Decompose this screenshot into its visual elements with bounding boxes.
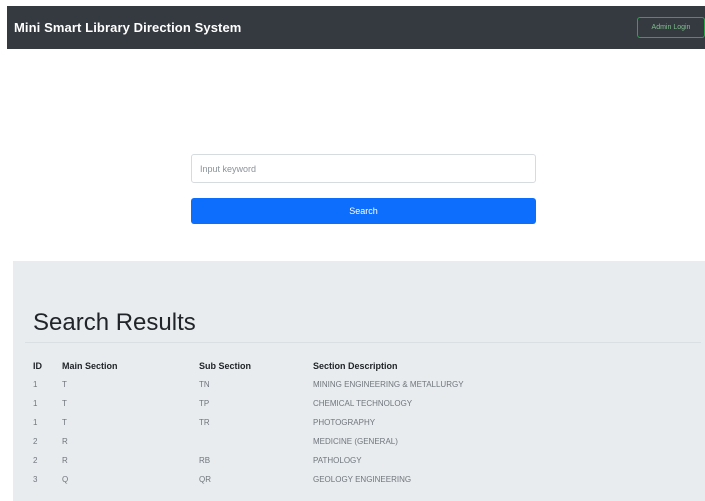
cell-main-section: R [62, 456, 68, 465]
app-title: Mini Smart Library Direction System [14, 20, 242, 35]
cell-sub-section: TN [199, 380, 210, 389]
results-table: ID Main Section Sub Section Section Desc… [13, 356, 705, 489]
cell-section-description: MEDICINE (GENERAL) [313, 437, 398, 446]
table-row: 2 R MEDICINE (GENERAL) [13, 432, 705, 451]
cell-main-section: Q [62, 475, 69, 484]
cell-id: 1 [33, 399, 38, 408]
results-section: Search Results ID Main Section Sub Secti… [13, 261, 705, 501]
cell-id: 1 [33, 418, 38, 427]
results-title: Search Results [33, 309, 196, 336]
cell-sub-section: RB [199, 456, 211, 465]
cell-sub-section: TR [199, 418, 210, 427]
admin-login-button[interactable]: Admin Login [637, 17, 705, 38]
cell-id: 2 [33, 437, 38, 446]
table-row: 1 T TP CHEMICAL TECHNOLOGY [13, 394, 705, 413]
cell-sub-section: TP [199, 399, 210, 408]
cell-section-description: GEOLOGY ENGINEERING [313, 475, 412, 484]
header-id: ID [33, 360, 42, 371]
table-row: 1 T TR PHOTOGRAPHY [13, 413, 705, 432]
cell-id: 3 [33, 475, 38, 484]
table-row: 1 T TN MINING ENGINEERING & METALLURGY [13, 375, 705, 394]
search-button[interactable]: Search [191, 198, 536, 224]
app-window: Mini Smart Library Direction System Admi… [0, 0, 705, 501]
cell-main-section: T [62, 380, 67, 389]
table-row: 2 R RB PATHOLOGY [13, 451, 705, 470]
search-input[interactable] [191, 154, 536, 183]
top-navbar: Mini Smart Library Direction System Admi… [7, 6, 705, 49]
cell-id: 1 [33, 380, 38, 389]
header-sub-section: Sub Section [199, 360, 252, 371]
cell-main-section: T [62, 418, 67, 427]
header-main-section: Main Section [62, 360, 118, 371]
cell-sub-section: QR [199, 475, 211, 484]
cell-main-section: T [62, 399, 67, 408]
cell-id: 2 [33, 456, 38, 465]
cell-sub-section [199, 432, 313, 451]
cell-main-section: R [62, 437, 68, 446]
cell-section-description: PHOTOGRAPHY [313, 418, 376, 427]
cell-section-description: MINING ENGINEERING & METALLURGY [313, 380, 464, 389]
cell-section-description: CHEMICAL TECHNOLOGY [313, 399, 413, 408]
cell-section-description: PATHOLOGY [313, 456, 362, 465]
header-section-description: Section Description [313, 360, 398, 371]
table-row: 3 Q QR GEOLOGY ENGINEERING [13, 470, 705, 489]
table-header-row: ID Main Section Sub Section Section Desc… [13, 356, 705, 375]
results-divider [25, 342, 701, 343]
